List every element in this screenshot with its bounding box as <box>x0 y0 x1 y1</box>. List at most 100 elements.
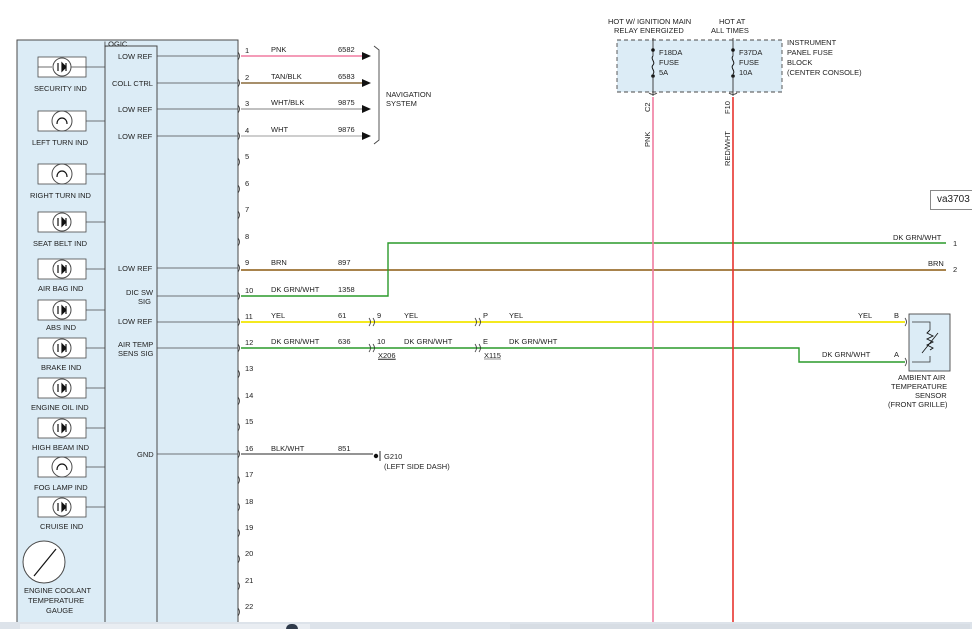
wire-1-color: PNK <box>271 45 286 54</box>
scrollbar-track[interactable] <box>20 624 310 629</box>
svg-text:3: 3 <box>245 99 249 108</box>
sensor-label-1: AMBIENT AIR <box>898 373 946 382</box>
sensor-label-3: SENSOR <box>915 391 947 400</box>
navigation-bracket <box>373 45 380 145</box>
pin-label-4: LOW REF <box>118 132 153 141</box>
pin-label-10a: DIC SW <box>126 288 154 297</box>
wire-3-color: WHT/BLK <box>271 98 304 107</box>
indicator-security: SECURITY IND <box>34 56 87 93</box>
indicator-label: CRUISE IND <box>40 522 84 531</box>
pin-label-12b: SENS SIG <box>118 349 154 358</box>
bottom-scrollbar[interactable] <box>0 622 972 629</box>
svg-text:19: 19 <box>245 523 253 532</box>
pin-label-9: LOW REF <box>118 264 153 273</box>
indicator-label: SEAT BELT IND <box>33 239 88 248</box>
wire-9-color: BRN <box>271 258 287 267</box>
f2-type: FUSE <box>739 58 759 67</box>
wire-2-color: TAN/BLK <box>271 72 302 81</box>
indicator-label: SECURITY IND <box>34 84 87 93</box>
svg-text:20: 20 <box>245 549 253 558</box>
indicator-high-beam: HIGH BEAM IND <box>32 417 90 452</box>
svg-text:13: 13 <box>245 364 253 373</box>
svg-text:7: 7 <box>245 205 249 214</box>
x115-pin-b: E <box>483 337 488 346</box>
hot-ign-label-2: RELAY ENERGIZED <box>614 26 684 35</box>
x115-pin-a: P <box>483 311 488 320</box>
c2-pin: F10 <box>723 101 732 114</box>
sensor-pin-a: A <box>894 350 899 359</box>
scrollbar-thumb[interactable] <box>286 624 298 629</box>
bulb-icon <box>51 456 73 478</box>
sensor-label-2: TEMPERATURE <box>891 382 947 391</box>
gauge-icon <box>22 540 66 584</box>
svg-text:2: 2 <box>245 73 249 82</box>
fuse-block-label-3: BLOCK <box>787 58 812 67</box>
wire-4-color: WHT <box>271 125 288 134</box>
gauge-label-2: TEMPERATURE <box>28 596 84 605</box>
fuse-block-label-1: INSTRUMENT <box>787 38 837 47</box>
c1-wire: PNK <box>643 132 652 147</box>
logic-title: LOGIC <box>104 40 128 49</box>
segment-dkgrn-1: DK GRN/WHT <box>404 337 453 346</box>
svg-text:8: 8 <box>245 232 249 241</box>
indicator-label: FOG LAMP IND <box>34 483 88 492</box>
wire-3-circuit: 9875 <box>338 98 355 107</box>
indicator-label: BRAKE IND <box>41 363 82 372</box>
wire-dkgrnwht-636 <box>241 347 905 363</box>
wire-10-color: DK GRN/WHT <box>271 285 320 294</box>
f2-name: F37DA <box>739 48 762 57</box>
connector-x206 <box>368 317 375 353</box>
indicator-label: HIGH BEAM IND <box>32 443 90 452</box>
ground-id: G210 <box>384 452 402 461</box>
indicator-label: ENGINE OIL IND <box>31 403 89 412</box>
pin-label-2: COLL CTRL <box>112 79 153 88</box>
hot-all-label-2: ALL TIMES <box>711 26 749 35</box>
arrow-icons <box>362 52 371 140</box>
svg-text:18: 18 <box>245 497 253 506</box>
segment-dkgrn-2: DK GRN/WHT <box>509 337 558 346</box>
hot-all-label-1: HOT AT <box>719 17 746 26</box>
right-wire-1-label: DK GRN/WHT <box>893 233 942 242</box>
gauge-label-3: GAUGE <box>46 606 73 615</box>
indicator-left-turn: LEFT TURN IND <box>32 110 89 147</box>
wire-12-color: DK GRN/WHT <box>271 337 320 346</box>
navigation-label-2: SYSTEM <box>386 99 417 108</box>
wire-10-circuit: 1358 <box>338 285 355 294</box>
indicator-seat-belt: SEAT BELT IND <box>33 211 88 248</box>
wire-11-circuit: 61 <box>338 311 346 320</box>
svg-text:16: 16 <box>245 444 253 453</box>
wire-2-circuit: 6583 <box>338 72 355 81</box>
c1-pin: C2 <box>643 102 652 112</box>
wire-4-circuit: 9876 <box>338 125 355 134</box>
svg-text:22: 22 <box>245 602 253 611</box>
segment-yel-2: YEL <box>509 311 523 320</box>
wire-1-circuit: 6582 <box>338 45 355 54</box>
navigation-label-1: NAVIGATION <box>386 90 431 99</box>
fuse-block-label-4: (CENTER CONSOLE) <box>787 68 862 77</box>
wire-9-circuit: 897 <box>338 258 351 267</box>
svg-text:21: 21 <box>245 576 253 585</box>
wire-16-circuit: 851 <box>338 444 351 453</box>
wiring-diagram: LOGIC LOW REF COLL CTRL LOW REF LOW REF … <box>16 17 957 626</box>
bulb-icon <box>51 163 73 185</box>
scrollbar-track-right <box>510 624 970 629</box>
sensor-pin-a-wire: DK GRN/WHT <box>822 350 871 359</box>
svg-text:1: 1 <box>245 46 249 55</box>
right-wire-1-pin: 1 <box>953 239 957 248</box>
x206-id: X206 <box>378 351 396 360</box>
wire-11-color: YEL <box>271 311 285 320</box>
svg-text:14: 14 <box>245 391 253 400</box>
indicator-engine-oil: ENGINE OIL IND <box>31 377 89 412</box>
indicator-brake: BRAKE IND <box>37 337 87 372</box>
f2-rating: 10A <box>739 68 752 77</box>
x206-pin-a: 9 <box>377 311 381 320</box>
indicator-fog-lamp: FOG LAMP IND <box>34 456 88 492</box>
ambient-air-temp-sensor <box>904 313 951 372</box>
indicator-label: AIR BAG IND <box>38 284 84 293</box>
pin-label-16: GND <box>137 450 154 459</box>
indicator-label: LEFT TURN IND <box>32 138 89 147</box>
svg-text:4: 4 <box>245 126 249 135</box>
indicator-label: ABS IND <box>46 323 77 332</box>
right-wire-2-label: BRN <box>928 259 944 268</box>
pin-label-10b: SIG <box>138 297 151 306</box>
